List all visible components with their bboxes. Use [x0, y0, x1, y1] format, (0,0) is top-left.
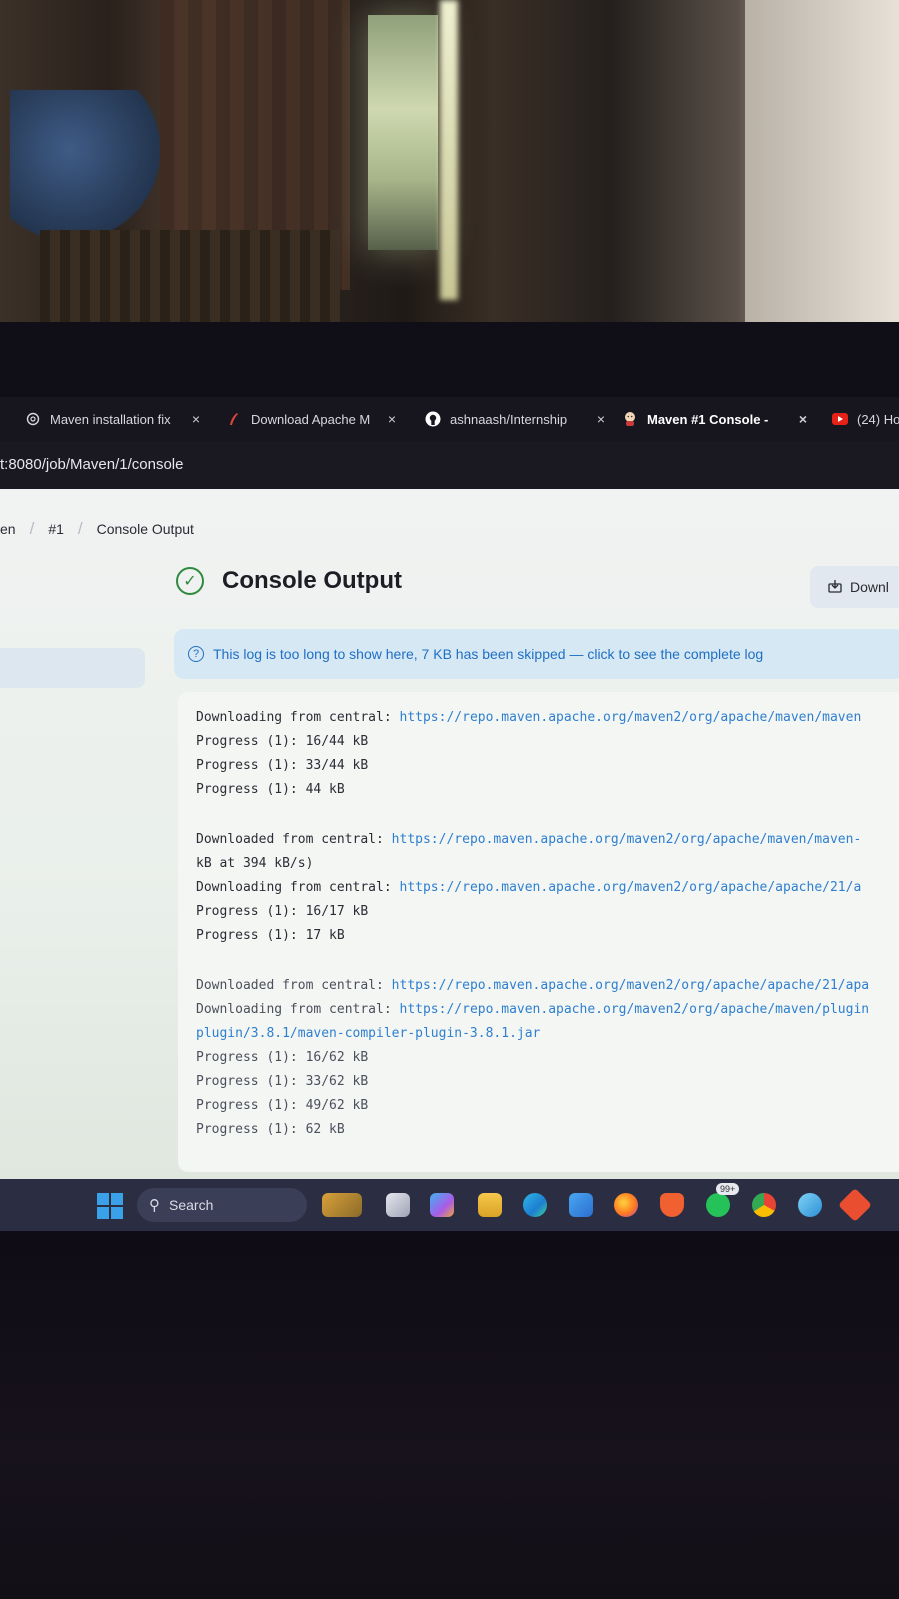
notification-badge: 99+: [716, 1183, 740, 1195]
console-line: Progress (1): 16/44 kB: [196, 734, 369, 749]
console-line: Downloading from central: https://repo.m…: [196, 880, 862, 895]
console-line: plugin/3.8.1/maven-compiler-plugin-3.8.1…: [196, 1026, 540, 1041]
url-text[interactable]: t:8080/job/Maven/1/console: [0, 456, 183, 473]
download-button-label: Downl: [850, 579, 889, 595]
tab-label: Maven installation fix: [50, 411, 171, 427]
tab-youtube[interactable]: (24) Ho: [832, 397, 899, 441]
close-icon[interactable]: ×: [192, 411, 200, 427]
tab-github-internship[interactable]: ashnaash/Internship ×: [425, 397, 605, 441]
breadcrumb-item-build[interactable]: #1: [48, 521, 64, 537]
task-view-icon[interactable]: [386, 1193, 410, 1217]
doorway: [368, 15, 438, 250]
jenkins-page: en / #1 / Console Output ✓ Console Output Do…: [0, 489, 899, 1179]
tab-maven-console[interactable]: Maven #1 Console - ×: [622, 397, 807, 441]
tab-label: Download Apache M: [251, 411, 371, 427]
search-icon: ⚲: [149, 1197, 160, 1214]
brave-icon[interactable]: [660, 1193, 684, 1217]
tab-label: Maven #1 Console -: [647, 411, 769, 427]
store-icon[interactable]: [569, 1193, 593, 1217]
laptop-bezel: [0, 1231, 899, 1599]
breadcrumb-separator: /: [77, 519, 83, 538]
monitor-bezel-top: [0, 322, 899, 400]
console-link[interactable]: https://repo.maven.apache.org/maven2/org…: [400, 1002, 870, 1017]
apache-feather-icon: [226, 411, 242, 427]
background-photo: [0, 0, 899, 330]
taskbar-search[interactable]: ⚲ Search: [137, 1188, 307, 1222]
firefox-icon[interactable]: [614, 1193, 638, 1217]
page-title: Console Output: [222, 567, 402, 594]
youtube-icon: [832, 411, 848, 427]
console-line: Downloading from central: https://repo.m…: [196, 710, 862, 725]
openai-icon: [25, 411, 41, 427]
console-line: Progress (1): 16/17 kB: [196, 904, 369, 919]
console-link[interactable]: https://repo.maven.apache.org/maven2/org…: [392, 978, 869, 993]
console-line: Downloading from central: https://repo.m…: [196, 1002, 870, 1017]
git-icon[interactable]: [838, 1188, 872, 1222]
download-icon: [828, 579, 842, 596]
breadcrumb: en / #1 / Console Output: [0, 519, 194, 539]
console-output: Downloading from central: https://repo.m…: [178, 692, 899, 1172]
help-circle-icon: ?: [188, 646, 204, 662]
success-check-icon: ✓: [176, 567, 204, 595]
console-link[interactable]: https://repo.maven.apache.org/maven2/org…: [400, 880, 862, 895]
console-line: Downloaded from central: https://repo.ma…: [196, 832, 862, 847]
console-link[interactable]: https://repo.maven.apache.org/maven2/org…: [392, 832, 862, 847]
edge-icon[interactable]: [523, 1193, 547, 1217]
app-icon[interactable]: [798, 1193, 822, 1217]
breadcrumb-separator: /: [29, 519, 35, 538]
breadcrumb-item-job[interactable]: en: [0, 521, 16, 537]
jenkins-icon: [622, 411, 638, 427]
browser-tab-bar: Maven installation fix × Download Apache…: [0, 397, 899, 441]
tab-label: ashnaash/Internship: [450, 411, 568, 427]
copilot-icon[interactable]: [430, 1193, 454, 1217]
notice-text[interactable]: This log is too long to show here, 7 KB …: [213, 646, 763, 662]
widgets-icon[interactable]: [322, 1193, 362, 1217]
railing: [40, 230, 340, 325]
console-link[interactable]: plugin/3.8.1/maven-compiler-plugin-3.8.1…: [196, 1026, 540, 1041]
page-header: ✓ Console Output: [176, 567, 402, 595]
console-line: Progress (1): 62 kB: [196, 1122, 345, 1137]
tab-label: (24) Ho: [857, 411, 899, 427]
console-line: kB at 394 kB/s): [196, 856, 314, 871]
console-line: Progress (1): 44 kB: [196, 782, 345, 797]
wall: [745, 0, 899, 330]
file-explorer-icon[interactable]: [478, 1193, 502, 1217]
console-line: Downloaded from central: https://repo.ma…: [196, 978, 870, 993]
close-icon[interactable]: ×: [597, 411, 605, 427]
github-icon: [425, 411, 441, 427]
close-icon[interactable]: ×: [799, 411, 807, 427]
console-link[interactable]: https://repo.maven.apache.org/maven2/org…: [400, 710, 862, 725]
light-strip: [440, 0, 458, 300]
console-line: Progress (1): 17 kB: [196, 928, 345, 943]
console-line: Progress (1): 33/44 kB: [196, 758, 369, 773]
console-line: Progress (1): 16/62 kB: [196, 1050, 369, 1065]
address-bar[interactable]: t:8080/job/Maven/1/console: [0, 441, 899, 489]
hanging-cloth: [10, 90, 160, 240]
taskbar: ⚲ Search 99+: [0, 1179, 899, 1231]
console-line: Progress (1): 33/62 kB: [196, 1074, 369, 1089]
chrome-icon[interactable]: [752, 1193, 776, 1217]
skipped-log-notice[interactable]: ? This log is too long to show here, 7 K…: [174, 629, 899, 679]
sidebar-item-console-output[interactable]: [0, 648, 145, 688]
tab-maven-installation-fix[interactable]: Maven installation fix ×: [25, 397, 200, 441]
taskbar-search-label: Search: [169, 1197, 214, 1213]
close-icon[interactable]: ×: [388, 411, 396, 427]
download-button[interactable]: Downl: [810, 566, 899, 608]
windows-start-icon[interactable]: [97, 1193, 123, 1219]
whatsapp-icon[interactable]: [706, 1193, 730, 1217]
console-line: Progress (1): 49/62 kB: [196, 1098, 369, 1113]
tab-download-apache-maven[interactable]: Download Apache M ×: [226, 397, 396, 441]
breadcrumb-item-console[interactable]: Console Output: [97, 521, 194, 537]
